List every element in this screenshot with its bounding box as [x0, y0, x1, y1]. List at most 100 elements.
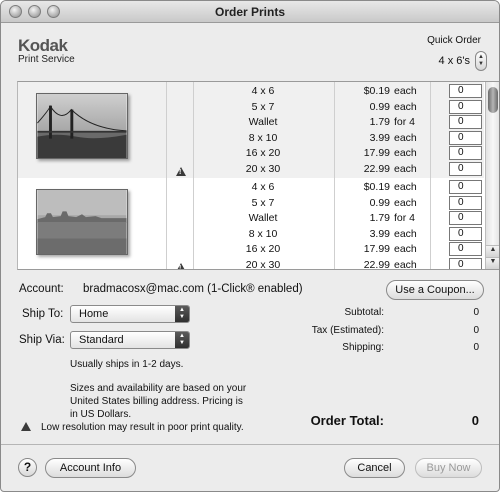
warning-icon: [176, 263, 186, 269]
table-row: Wallet 1.79 for 4 0: [194, 115, 484, 131]
size-label: 4 x 6: [251, 85, 275, 97]
size-label: 8 x 10: [248, 227, 278, 240]
quantity-field[interactable]: 0: [449, 180, 482, 194]
ship-via-value: Standard: [79, 334, 124, 346]
size-label: 4 x 6: [251, 181, 275, 193]
column-divider: [430, 82, 431, 178]
ship-to-label: Ship To:: [22, 308, 64, 320]
warning-cell: [166, 178, 194, 269]
unit-label: each: [394, 147, 417, 159]
scroll-up-arrow-icon[interactable]: ▲: [486, 245, 499, 257]
size-label: Wallet: [248, 212, 278, 224]
price-label: 17.99: [363, 147, 390, 159]
title-bar: Order Prints: [1, 1, 499, 23]
size-label: 8 x 10: [248, 131, 278, 144]
account-label: Account:: [19, 283, 64, 295]
unit-label: each: [394, 227, 417, 240]
photo-cell: [18, 178, 166, 269]
vertical-scrollbar[interactable]: ▲ ▼: [485, 82, 499, 269]
unit-label: each: [394, 85, 417, 97]
price-label: $0.19: [363, 85, 390, 97]
ships-note: Usually ships in 1-2 days.: [70, 359, 184, 370]
column-divider: [334, 178, 335, 269]
order-total-label: Order Total:: [310, 413, 384, 428]
price-label: 3.99: [369, 131, 390, 144]
quantity-field[interactable]: 0: [449, 195, 482, 210]
table-row: 16 x 20 17.99 each 0: [194, 146, 484, 162]
quantity-field[interactable]: 0: [449, 161, 482, 176]
price-label: 0.99: [369, 196, 390, 209]
table-row: 5 x 7 0.99 each 0: [194, 99, 484, 116]
scrollbar-thumb[interactable]: [488, 87, 498, 113]
size-label: 16 x 20: [245, 147, 281, 159]
quick-order-select[interactable]: 4 x 6's ▲ ▼: [439, 51, 487, 71]
price-label: 22.99: [363, 162, 390, 175]
unit-label: for 4: [394, 212, 416, 224]
unit-label: each: [394, 243, 417, 255]
unit-label: each: [394, 100, 417, 113]
table-row: Wallet 1.79 for 4 0: [194, 211, 484, 227]
footer-divider: [1, 444, 499, 445]
table-row: 5 x 7 0.99 each 0: [194, 195, 484, 212]
column-divider: [334, 82, 335, 178]
price-label: $0.19: [363, 181, 390, 193]
popup-arrows-icon: ▲ ▼: [175, 306, 189, 322]
quantity-field[interactable]: 0: [449, 115, 482, 129]
scroll-down-arrow-icon[interactable]: ▼: [486, 257, 499, 269]
price-label: 0.99: [369, 100, 390, 113]
price-label: 1.79: [369, 212, 390, 224]
photo-group-2: 4 x 6 $0.19 each 0 5 x 7 0.99 each 0 Wallet 1.7…: [18, 178, 484, 270]
low-resolution-warning-icon: [21, 422, 31, 431]
size-label: 5 x 7: [251, 100, 275, 113]
quick-order-stepper-icon[interactable]: ▲ ▼: [475, 51, 487, 71]
help-button[interactable]: ?: [18, 458, 37, 477]
unit-label: each: [394, 162, 417, 175]
column-divider: [430, 178, 431, 269]
quantity-field[interactable]: 0: [449, 257, 482, 269]
unit-label: each: [394, 258, 417, 270]
price-label: 17.99: [363, 243, 390, 255]
unit-label: for 4: [394, 116, 416, 128]
unit-label: each: [394, 196, 417, 209]
use-coupon-button[interactable]: Use a Coupon...: [386, 280, 484, 300]
shipping-label: Shipping:: [342, 342, 384, 353]
table-row: 4 x 6 $0.19 each 0: [194, 180, 484, 196]
price-label: 1.79: [369, 116, 390, 128]
print-service-label: Print Service: [18, 54, 75, 65]
quantity-field[interactable]: 0: [449, 242, 482, 256]
buy-now-button[interactable]: Buy Now: [415, 458, 482, 478]
quantity-field[interactable]: 0: [449, 99, 482, 114]
cancel-button[interactable]: Cancel: [344, 458, 405, 478]
window-title: Order Prints: [214, 5, 286, 19]
size-label: 5 x 7: [251, 196, 275, 209]
unit-label: each: [394, 181, 417, 193]
ship-to-select[interactable]: Home ▲ ▼: [70, 305, 190, 323]
billing-note-line-1: Sizes and availability are based on your: [70, 383, 247, 394]
table-row: 16 x 20 17.99 each 0: [194, 242, 484, 258]
city-skyline-photo[interactable]: [36, 189, 128, 255]
quick-order-value: 4 x 6's: [438, 55, 470, 67]
size-rows: 4 x 6 $0.19 each 0 5 x 7 0.99 each 0 Wallet 1.7…: [194, 84, 484, 177]
quantity-field[interactable]: 0: [449, 211, 482, 225]
warning-icon: [176, 167, 186, 176]
quick-order-label: Quick Order: [427, 35, 481, 46]
account-info-button[interactable]: Account Info: [45, 458, 136, 478]
size-rows: 4 x 6 $0.19 each 0 5 x 7 0.99 each 0 Wallet 1.7…: [194, 180, 484, 270]
order-total-value: 0: [471, 413, 479, 428]
quantity-field[interactable]: 0: [449, 146, 482, 160]
quantity-field[interactable]: 0: [449, 130, 482, 145]
subtotal-value: 0: [473, 307, 479, 318]
quantity-field[interactable]: 0: [449, 226, 482, 241]
table-row: 20 x 30 22.99 each 0: [194, 257, 484, 270]
photo-cell: [18, 82, 166, 178]
billing-note-line-3: in US Dollars.: [70, 409, 132, 420]
billing-note-line-2: United States billing address. Pricing i…: [70, 396, 243, 407]
account-value: bradmacosx@mac.com (1-Click® enabled): [83, 283, 303, 295]
ship-via-select[interactable]: Standard ▲ ▼: [70, 331, 190, 349]
price-label: 22.99: [363, 258, 390, 270]
quantity-field[interactable]: 0: [449, 84, 482, 98]
golden-gate-bridge-photo[interactable]: [36, 93, 128, 159]
popup-arrows-icon: ▲ ▼: [175, 332, 189, 348]
ship-via-label: Ship Via:: [19, 334, 65, 346]
table-row: 20 x 30 22.99 each 0: [194, 161, 484, 178]
